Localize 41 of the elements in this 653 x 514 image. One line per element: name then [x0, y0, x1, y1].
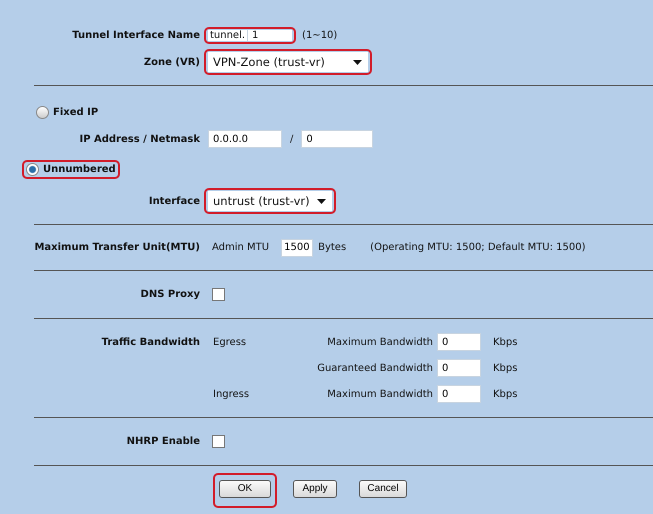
input-field[interactable]: 0.0.0.0 [208, 130, 282, 148]
unit-label: Kbps [493, 388, 518, 400]
radio-label: Fixed IP [53, 106, 98, 118]
input-field[interactable]: 0 [437, 359, 481, 377]
unit-label: Kbps [493, 336, 518, 348]
mtu-note: (Operating MTU: 1500; Default MTU: 1500) [370, 242, 586, 253]
unit-label: Kbps [493, 362, 518, 374]
dialog-button[interactable]: OK [219, 480, 271, 498]
radio-button[interactable] [26, 162, 39, 176]
input-field[interactable]: 0 [437, 333, 481, 351]
separator: / [290, 134, 294, 144]
input-field[interactable]: tunnel. 1 [208, 30, 292, 40]
caret-icon [317, 198, 326, 204]
field-label: IP Address / Netmask [78, 134, 201, 144]
dialog-button[interactable]: Apply [293, 480, 337, 498]
radio-button[interactable] [36, 106, 49, 118]
field-label: Maximum Bandwidth [327, 388, 433, 400]
interface-dropdown[interactable]: untrust (trust-vr) [208, 191, 332, 211]
range-hint: (1~10) [302, 30, 338, 40]
field-label: Traffic Bandwidth [100, 336, 201, 348]
field-label: Guaranteed Bandwidth [317, 362, 433, 374]
checkbox[interactable] [212, 288, 225, 301]
radio-label: Unnumbered [43, 164, 116, 174]
field-label: Maximum Bandwidth [327, 336, 433, 348]
input-field[interactable]: 1500 [281, 238, 314, 256]
zone-dropdown[interactable]: VPN-Zone (trust-vr) [208, 52, 368, 72]
field-label: DNS Proxy [140, 289, 201, 300]
direction-label: Egress [213, 336, 246, 348]
field-label: Maximum Transfer Unit(MTU) [33, 242, 201, 253]
field-label: Tunnel Interface Name [71, 30, 201, 40]
input-field[interactable]: 0 [437, 385, 481, 403]
dialog-button[interactable]: Cancel [359, 480, 407, 498]
direction-label: Ingress [213, 388, 250, 400]
caret-icon [353, 60, 362, 64]
input-field[interactable]: 0 [301, 130, 374, 148]
field-label: Zone (VR) [142, 56, 201, 68]
field-label: Interface [148, 196, 201, 206]
field-label: Admin MTU [212, 242, 270, 253]
checkbox[interactable] [212, 435, 225, 448]
field-label: NHRP Enable [126, 436, 201, 447]
unit-label: Bytes [318, 242, 346, 253]
